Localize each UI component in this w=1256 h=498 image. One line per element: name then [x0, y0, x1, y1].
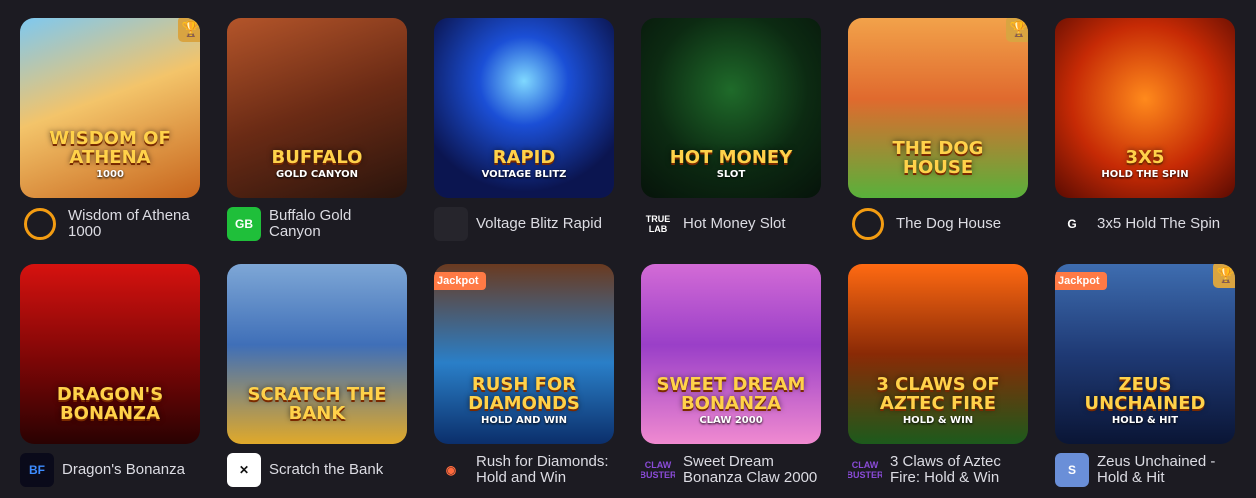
game-thumbnail[interactable]: Rapid Voltage Blitz	[434, 18, 614, 198]
game-card[interactable]: Sweet Dream Bonanza Claw 2000 CLAW BUSTE…	[641, 264, 821, 490]
game-thumbnail[interactable]: Wisdom of Athena 1000 🏆	[20, 18, 200, 198]
game-meta: The Dog House	[848, 204, 1028, 244]
game-meta: G 3x5 Hold The Spin	[1055, 204, 1235, 244]
gb-icon: GB	[227, 207, 261, 241]
target-provider-icon: ◉	[445, 463, 457, 477]
game-thumbnail[interactable]: The Dog House 🏆	[848, 18, 1028, 198]
game-name[interactable]: Wisdom of Athena 1000	[68, 208, 200, 240]
trophy-icon: 🏆	[1006, 18, 1028, 42]
claw-buster-icon: CLAW BUSTER	[641, 460, 675, 480]
game-art-title: Dragon's Bonanza	[56, 384, 164, 425]
game-meta: ✕ Scratch the Bank	[227, 450, 407, 490]
game-art-title: Sweet Dream Bonanza Claw 2000	[656, 373, 806, 426]
game-art-title: Wisdom of Athena 1000	[49, 127, 171, 180]
game-card[interactable]: 3X5 Hold The Spin G 3x5 Hold The Spin	[1055, 18, 1235, 244]
game-art-title: 3X5 Hold The Spin	[1101, 146, 1189, 180]
game-card[interactable]: Zeus Unchained Hold & Hit 🏆 Jackpot S Ze…	[1055, 264, 1235, 490]
game-card[interactable]: 3 Claws of Aztec Fire Hold & Win CLAW BU…	[848, 264, 1028, 490]
provider-placeholder-icon	[434, 207, 468, 241]
truelab-icon: TRUE LAB	[645, 214, 671, 234]
game-name[interactable]: Hot Money Slot	[683, 216, 786, 232]
game-name[interactable]: The Dog House	[896, 216, 1001, 232]
game-thumbnail[interactable]: Buffalo Gold Canyon	[227, 18, 407, 198]
game-thumbnail[interactable]: 3X5 Hold The Spin	[1055, 18, 1235, 198]
game-meta: BF Dragon's Bonanza	[20, 450, 200, 490]
gamzix-icon: G	[1067, 217, 1077, 231]
game-card[interactable]: Buffalo Gold Canyon GB Buffalo Gold Cany…	[227, 18, 407, 244]
pragmatic-icon	[852, 208, 884, 240]
game-meta: ◉ Rush for Diamonds: Hold and Win	[434, 450, 614, 490]
game-grid: Wisdom of Athena 1000 🏆 Wisdom of Athena…	[20, 18, 1235, 490]
game-card[interactable]: Scratch the Bank ✕ Scratch the Bank	[227, 264, 407, 490]
trophy-icon: 🏆	[178, 18, 200, 42]
game-card[interactable]: The Dog House 🏆 The Dog House	[848, 18, 1028, 244]
game-name[interactable]: 3 Claws of Aztec Fire: Hold & Win	[890, 454, 1028, 486]
scratch-provider-icon: ✕	[227, 453, 261, 487]
game-art-title: 3 Claws of Aztec Fire Hold & Win	[876, 373, 1000, 426]
game-art-title: Zeus Unchained Hold & Hit	[1084, 373, 1206, 426]
game-art-title: The Dog House	[892, 138, 984, 179]
game-name[interactable]: Rush for Diamonds: Hold and Win	[476, 454, 614, 486]
game-art-title: Rush for Diamonds Hold and Win	[468, 373, 580, 426]
game-card[interactable]: Hot Money Slot TRUE LAB Hot Money Slot	[641, 18, 821, 244]
game-name[interactable]: Scratch the Bank	[269, 462, 383, 478]
game-card[interactable]: Rush for Diamonds Hold and Win Jackpot ◉…	[434, 264, 614, 490]
game-meta: TRUE LAB Hot Money Slot	[641, 204, 821, 244]
pragmatic-icon	[24, 208, 56, 240]
game-thumbnail[interactable]: Rush for Diamonds Hold and Win Jackpot	[434, 264, 614, 444]
game-meta: GB Buffalo Gold Canyon	[227, 204, 407, 244]
game-meta: Wisdom of Athena 1000	[20, 204, 200, 244]
game-thumbnail[interactable]: Sweet Dream Bonanza Claw 2000	[641, 264, 821, 444]
game-card[interactable]: Wisdom of Athena 1000 🏆 Wisdom of Athena…	[20, 18, 200, 244]
spinomenal-icon: S	[1055, 453, 1089, 487]
game-name[interactable]: Sweet Dream Bonanza Claw 2000	[683, 454, 821, 486]
game-thumbnail[interactable]: Scratch the Bank	[227, 264, 407, 444]
game-name[interactable]: Dragon's Bonanza	[62, 462, 185, 478]
game-name[interactable]: 3x5 Hold The Spin	[1097, 216, 1220, 232]
jackpot-badge: Jackpot	[434, 272, 486, 290]
game-name[interactable]: Zeus Unchained - Hold & Hit	[1097, 454, 1235, 486]
game-art-title: Hot Money Slot	[669, 146, 793, 180]
bf-games-icon: BF	[20, 453, 54, 487]
jackpot-badge: Jackpot	[1055, 272, 1107, 290]
game-name[interactable]: Buffalo Gold Canyon	[269, 208, 407, 240]
game-card[interactable]: Dragon's Bonanza BF Dragon's Bonanza	[20, 264, 200, 490]
game-meta: Voltage Blitz Rapid	[434, 204, 614, 244]
game-thumbnail[interactable]: Zeus Unchained Hold & Hit 🏆 Jackpot	[1055, 264, 1235, 444]
claw-buster-icon: CLAW BUSTER	[848, 460, 882, 480]
game-meta: S Zeus Unchained - Hold & Hit	[1055, 450, 1235, 490]
game-thumbnail[interactable]: 3 Claws of Aztec Fire Hold & Win	[848, 264, 1028, 444]
trophy-icon: 🏆	[1213, 264, 1235, 288]
game-thumbnail[interactable]: Hot Money Slot	[641, 18, 821, 198]
game-thumbnail[interactable]: Dragon's Bonanza	[20, 264, 200, 444]
game-name[interactable]: Voltage Blitz Rapid	[476, 216, 602, 232]
game-art-title: Buffalo Gold Canyon	[271, 146, 363, 180]
game-meta: CLAW BUSTER Sweet Dream Bonanza Claw 200…	[641, 450, 821, 490]
game-art-title: Scratch the Bank	[247, 384, 387, 425]
game-card[interactable]: Rapid Voltage Blitz Voltage Blitz Rapid	[434, 18, 614, 244]
game-art-title: Rapid Voltage Blitz	[481, 146, 567, 180]
game-meta: CLAW BUSTER 3 Claws of Aztec Fire: Hold …	[848, 450, 1028, 490]
